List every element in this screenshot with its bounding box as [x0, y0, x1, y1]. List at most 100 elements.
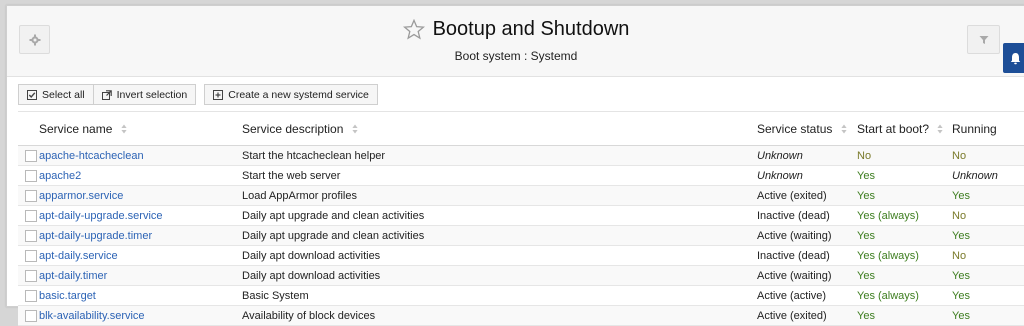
column-header-service-name[interactable]: Service name: [39, 111, 242, 146]
column-header-label: Service description: [242, 121, 344, 136]
service-name-link[interactable]: blk-availability.service: [39, 310, 145, 322]
table-row: apt-daily.service Daily apt download act…: [18, 245, 1024, 266]
row-checkbox[interactable]: [25, 209, 37, 222]
service-name-link[interactable]: apt-daily-upgrade.timer: [39, 230, 152, 242]
column-header-label: Service status: [757, 121, 833, 136]
invert-selection-button[interactable]: Invert selection: [93, 84, 197, 105]
services-table-wrapper: Service name Service description Service…: [18, 111, 1024, 326]
service-description: Daily apt download activities: [242, 249, 381, 262]
sort-icon: [352, 124, 358, 134]
service-status: Active (waiting): [757, 269, 832, 282]
service-status: Active (exited): [757, 189, 827, 202]
start-at-boot: No: [857, 149, 872, 162]
row-checkbox[interactable]: [25, 189, 37, 202]
service-status: Active (waiting): [757, 229, 832, 242]
table-row: apt-daily-upgrade.timer Daily apt upgrad…: [18, 225, 1024, 246]
running-status: No: [952, 209, 967, 222]
column-header-service-description[interactable]: Service description: [242, 111, 757, 146]
table-row: apache2 Start the web server Unknown Yes…: [18, 165, 1024, 186]
search-filter-button[interactable]: [967, 25, 1000, 54]
table-row: apparmor.service Load AppArmor profiles …: [18, 185, 1024, 206]
create-service-label: Create a new systemd service: [228, 88, 369, 101]
invert-icon: [101, 89, 112, 100]
service-status: Inactive (dead): [757, 209, 830, 222]
star-icon[interactable]: [402, 19, 425, 40]
start-at-boot: Yes: [857, 269, 875, 282]
row-checkbox[interactable]: [25, 229, 37, 242]
start-at-boot: Yes: [857, 229, 875, 242]
service-description: Daily apt upgrade and clean activities: [242, 209, 425, 222]
title-area: Bootup and Shutdown: [7, 18, 1024, 43]
column-header-label: Start at boot?: [857, 121, 930, 136]
service-status: Unknown: [757, 149, 803, 162]
service-description: Daily apt download activities: [242, 269, 381, 282]
start-at-boot: Yes: [857, 189, 875, 202]
service-name-link[interactable]: apt-daily-upgrade.service: [39, 210, 163, 222]
row-checkbox[interactable]: [25, 169, 37, 182]
service-description: Load AppArmor profiles: [242, 189, 357, 202]
start-at-boot: Yes (always): [857, 209, 919, 222]
table-row: apache-htcacheclean Start the htcachecle…: [18, 145, 1024, 166]
service-status: Active (active): [757, 289, 827, 302]
start-at-boot: Yes: [857, 309, 875, 322]
service-name-link[interactable]: apache-htcacheclean: [39, 150, 144, 162]
select-all-button[interactable]: Select all: [18, 84, 94, 105]
running-status: No: [952, 249, 967, 262]
service-description: Start the web server: [242, 169, 341, 182]
service-description: Basic System: [242, 289, 309, 302]
row-checkbox[interactable]: [25, 269, 37, 282]
table-row: blk-availability.service Availability of…: [18, 305, 1024, 326]
start-at-boot: Yes (always): [857, 289, 919, 302]
panel-header: Bootup and Shutdown Boot system : System…: [7, 6, 1024, 77]
service-description: Daily apt upgrade and clean activities: [242, 229, 425, 242]
toolbar: Select all Invert selection Create a new…: [18, 84, 378, 105]
service-name-link[interactable]: apt-daily.timer: [39, 270, 107, 282]
running-status: No: [952, 149, 967, 162]
table-header-row: Service name Service description Service…: [18, 111, 1024, 146]
column-header-label: Service name: [39, 121, 113, 136]
invert-selection-label: Invert selection: [116, 88, 188, 101]
main-panel: Bootup and Shutdown Boot system : System…: [6, 5, 1024, 326]
column-header-running[interactable]: Running: [952, 111, 1024, 146]
row-checkbox[interactable]: [25, 289, 37, 302]
start-at-boot: Yes (always): [857, 249, 919, 262]
sort-icon: [841, 124, 847, 134]
sort-icon: [121, 124, 127, 134]
running-status: Yes: [952, 229, 970, 242]
row-checkbox[interactable]: [25, 249, 37, 262]
create-service-button[interactable]: Create a new systemd service: [204, 84, 378, 105]
service-name-link[interactable]: apt-daily.service: [39, 250, 118, 262]
services-table: Service name Service description Service…: [18, 111, 1024, 326]
service-status: Inactive (dead): [757, 249, 830, 262]
page-subtitle: Boot system : Systemd: [454, 49, 578, 63]
service-description: Availability of block devices: [242, 309, 376, 322]
sort-icon: [937, 124, 943, 134]
running-status: Unknown: [952, 169, 998, 182]
page-title: Bootup and Shutdown: [432, 18, 630, 40]
table-row: apt-daily.timer Daily apt download activ…: [18, 265, 1024, 286]
start-at-boot: Yes: [857, 169, 875, 182]
running-status: Yes: [952, 289, 970, 302]
table-row: apt-daily-upgrade.service Daily apt upgr…: [18, 205, 1024, 226]
row-checkbox[interactable]: [25, 149, 37, 162]
column-header-start-at-boot[interactable]: Start at boot?: [857, 111, 952, 146]
service-status: Unknown: [757, 169, 803, 182]
service-name-link[interactable]: apache2: [39, 170, 81, 182]
service-name-link[interactable]: apparmor.service: [39, 190, 123, 202]
service-name-link[interactable]: basic.target: [39, 290, 96, 302]
select-column-header: [18, 111, 39, 146]
running-status: Yes: [952, 189, 970, 202]
row-checkbox[interactable]: [25, 309, 37, 322]
notifications-tab[interactable]: [1003, 43, 1024, 73]
bell-icon: [1010, 52, 1020, 64]
select-all-label: Select all: [42, 88, 85, 101]
plus-square-icon: [213, 89, 224, 100]
table-row: basic.target Basic System Active (active…: [18, 285, 1024, 306]
running-status: Yes: [952, 269, 970, 282]
running-status: Yes: [952, 309, 970, 322]
service-description: Start the htcacheclean helper: [242, 149, 386, 162]
filter-icon: [979, 35, 988, 44]
check-icon: [27, 89, 37, 100]
service-status: Active (exited): [757, 309, 827, 322]
column-header-service-status[interactable]: Service status: [757, 111, 857, 146]
